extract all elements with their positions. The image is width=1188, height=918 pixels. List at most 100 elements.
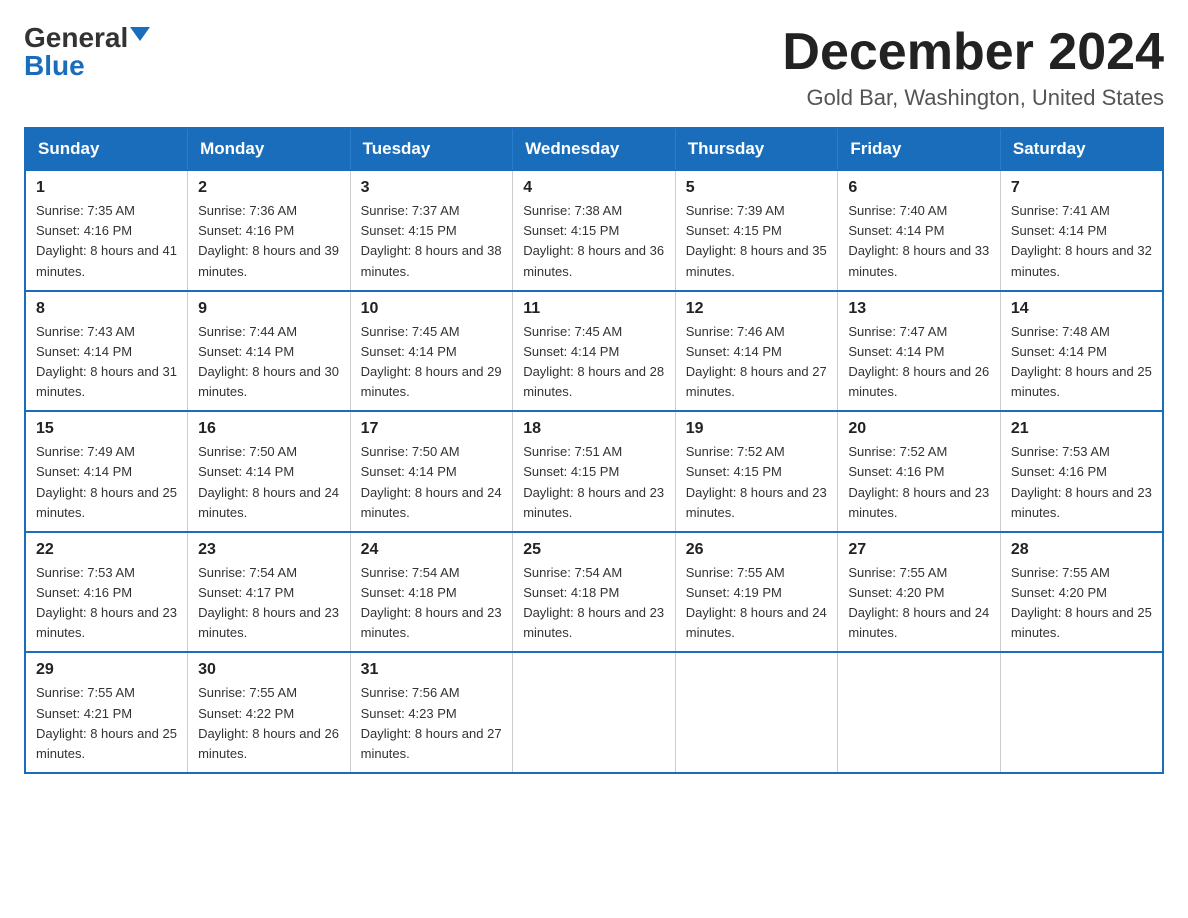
day-detail: Sunrise: 7:39 AMSunset: 4:15 PMDaylight:…	[686, 203, 827, 278]
day-number: 31	[361, 661, 503, 679]
day-number: 28	[1011, 541, 1152, 559]
day-cell	[675, 652, 838, 773]
day-cell	[513, 652, 676, 773]
day-number: 9	[198, 300, 340, 318]
day-number: 12	[686, 300, 828, 318]
day-cell: 10 Sunrise: 7:45 AMSunset: 4:14 PMDaylig…	[350, 291, 513, 412]
day-number: 1	[36, 179, 177, 197]
day-cell: 6 Sunrise: 7:40 AMSunset: 4:14 PMDayligh…	[838, 170, 1001, 291]
logo-blue: Blue	[24, 52, 85, 80]
day-number: 21	[1011, 420, 1152, 438]
day-detail: Sunrise: 7:43 AMSunset: 4:14 PMDaylight:…	[36, 324, 177, 399]
location-title: Gold Bar, Washington, United States	[782, 85, 1164, 111]
day-cell: 19 Sunrise: 7:52 AMSunset: 4:15 PMDaylig…	[675, 411, 838, 532]
day-cell: 3 Sunrise: 7:37 AMSunset: 4:15 PMDayligh…	[350, 170, 513, 291]
day-detail: Sunrise: 7:54 AMSunset: 4:17 PMDaylight:…	[198, 565, 339, 640]
day-detail: Sunrise: 7:52 AMSunset: 4:16 PMDaylight:…	[848, 444, 989, 519]
week-row-4: 22 Sunrise: 7:53 AMSunset: 4:16 PMDaylig…	[25, 532, 1163, 653]
day-cell: 29 Sunrise: 7:55 AMSunset: 4:21 PMDaylig…	[25, 652, 188, 773]
day-detail: Sunrise: 7:36 AMSunset: 4:16 PMDaylight:…	[198, 203, 339, 278]
week-row-3: 15 Sunrise: 7:49 AMSunset: 4:14 PMDaylig…	[25, 411, 1163, 532]
calendar-table: SundayMondayTuesdayWednesdayThursdayFrid…	[24, 127, 1164, 774]
day-detail: Sunrise: 7:45 AMSunset: 4:14 PMDaylight:…	[523, 324, 664, 399]
day-detail: Sunrise: 7:48 AMSunset: 4:14 PMDaylight:…	[1011, 324, 1152, 399]
weekday-header-thursday: Thursday	[675, 128, 838, 170]
day-detail: Sunrise: 7:40 AMSunset: 4:14 PMDaylight:…	[848, 203, 989, 278]
day-cell: 23 Sunrise: 7:54 AMSunset: 4:17 PMDaylig…	[188, 532, 351, 653]
day-cell: 16 Sunrise: 7:50 AMSunset: 4:14 PMDaylig…	[188, 411, 351, 532]
day-number: 16	[198, 420, 340, 438]
day-number: 30	[198, 661, 340, 679]
day-detail: Sunrise: 7:55 AMSunset: 4:21 PMDaylight:…	[36, 685, 177, 760]
day-number: 10	[361, 300, 503, 318]
day-cell: 24 Sunrise: 7:54 AMSunset: 4:18 PMDaylig…	[350, 532, 513, 653]
day-number: 4	[523, 179, 665, 197]
day-cell: 22 Sunrise: 7:53 AMSunset: 4:16 PMDaylig…	[25, 532, 188, 653]
day-number: 20	[848, 420, 990, 438]
day-detail: Sunrise: 7:41 AMSunset: 4:14 PMDaylight:…	[1011, 203, 1152, 278]
day-detail: Sunrise: 7:44 AMSunset: 4:14 PMDaylight:…	[198, 324, 339, 399]
day-cell: 15 Sunrise: 7:49 AMSunset: 4:14 PMDaylig…	[25, 411, 188, 532]
day-number: 7	[1011, 179, 1152, 197]
day-detail: Sunrise: 7:53 AMSunset: 4:16 PMDaylight:…	[36, 565, 177, 640]
day-cell: 12 Sunrise: 7:46 AMSunset: 4:14 PMDaylig…	[675, 291, 838, 412]
day-cell: 18 Sunrise: 7:51 AMSunset: 4:15 PMDaylig…	[513, 411, 676, 532]
logo-general: General	[24, 24, 128, 52]
day-detail: Sunrise: 7:53 AMSunset: 4:16 PMDaylight:…	[1011, 444, 1152, 519]
day-number: 5	[686, 179, 828, 197]
day-number: 8	[36, 300, 177, 318]
day-number: 11	[523, 300, 665, 318]
day-cell: 11 Sunrise: 7:45 AMSunset: 4:14 PMDaylig…	[513, 291, 676, 412]
day-detail: Sunrise: 7:50 AMSunset: 4:14 PMDaylight:…	[198, 444, 339, 519]
day-number: 18	[523, 420, 665, 438]
logo-triangle-icon	[130, 27, 150, 41]
day-cell: 31 Sunrise: 7:56 AMSunset: 4:23 PMDaylig…	[350, 652, 513, 773]
day-detail: Sunrise: 7:37 AMSunset: 4:15 PMDaylight:…	[361, 203, 502, 278]
day-detail: Sunrise: 7:54 AMSunset: 4:18 PMDaylight:…	[361, 565, 502, 640]
day-number: 24	[361, 541, 503, 559]
day-number: 17	[361, 420, 503, 438]
day-detail: Sunrise: 7:35 AMSunset: 4:16 PMDaylight:…	[36, 203, 177, 278]
day-number: 25	[523, 541, 665, 559]
day-number: 29	[36, 661, 177, 679]
day-number: 3	[361, 179, 503, 197]
day-cell: 17 Sunrise: 7:50 AMSunset: 4:14 PMDaylig…	[350, 411, 513, 532]
weekday-header-row: SundayMondayTuesdayWednesdayThursdayFrid…	[25, 128, 1163, 170]
day-cell: 30 Sunrise: 7:55 AMSunset: 4:22 PMDaylig…	[188, 652, 351, 773]
weekday-header-friday: Friday	[838, 128, 1001, 170]
day-detail: Sunrise: 7:50 AMSunset: 4:14 PMDaylight:…	[361, 444, 502, 519]
day-cell: 5 Sunrise: 7:39 AMSunset: 4:15 PMDayligh…	[675, 170, 838, 291]
weekday-header-sunday: Sunday	[25, 128, 188, 170]
day-cell: 4 Sunrise: 7:38 AMSunset: 4:15 PMDayligh…	[513, 170, 676, 291]
day-detail: Sunrise: 7:52 AMSunset: 4:15 PMDaylight:…	[686, 444, 827, 519]
day-number: 6	[848, 179, 990, 197]
day-detail: Sunrise: 7:55 AMSunset: 4:19 PMDaylight:…	[686, 565, 827, 640]
day-number: 15	[36, 420, 177, 438]
day-detail: Sunrise: 7:46 AMSunset: 4:14 PMDaylight:…	[686, 324, 827, 399]
day-detail: Sunrise: 7:45 AMSunset: 4:14 PMDaylight:…	[361, 324, 502, 399]
day-detail: Sunrise: 7:38 AMSunset: 4:15 PMDaylight:…	[523, 203, 664, 278]
day-detail: Sunrise: 7:54 AMSunset: 4:18 PMDaylight:…	[523, 565, 664, 640]
day-cell: 2 Sunrise: 7:36 AMSunset: 4:16 PMDayligh…	[188, 170, 351, 291]
day-cell: 13 Sunrise: 7:47 AMSunset: 4:14 PMDaylig…	[838, 291, 1001, 412]
day-detail: Sunrise: 7:51 AMSunset: 4:15 PMDaylight:…	[523, 444, 664, 519]
week-row-2: 8 Sunrise: 7:43 AMSunset: 4:14 PMDayligh…	[25, 291, 1163, 412]
week-row-1: 1 Sunrise: 7:35 AMSunset: 4:16 PMDayligh…	[25, 170, 1163, 291]
day-number: 2	[198, 179, 340, 197]
header: General Blue December 2024 Gold Bar, Was…	[24, 24, 1164, 111]
day-cell: 1 Sunrise: 7:35 AMSunset: 4:16 PMDayligh…	[25, 170, 188, 291]
day-number: 14	[1011, 300, 1152, 318]
weekday-header-wednesday: Wednesday	[513, 128, 676, 170]
day-number: 13	[848, 300, 990, 318]
day-cell: 20 Sunrise: 7:52 AMSunset: 4:16 PMDaylig…	[838, 411, 1001, 532]
day-cell: 21 Sunrise: 7:53 AMSunset: 4:16 PMDaylig…	[1000, 411, 1163, 532]
title-area: December 2024 Gold Bar, Washington, Unit…	[782, 24, 1164, 111]
day-number: 22	[36, 541, 177, 559]
day-cell	[1000, 652, 1163, 773]
day-number: 19	[686, 420, 828, 438]
logo: General Blue	[24, 24, 150, 80]
day-cell: 25 Sunrise: 7:54 AMSunset: 4:18 PMDaylig…	[513, 532, 676, 653]
day-detail: Sunrise: 7:55 AMSunset: 4:22 PMDaylight:…	[198, 685, 339, 760]
day-detail: Sunrise: 7:47 AMSunset: 4:14 PMDaylight:…	[848, 324, 989, 399]
weekday-header-saturday: Saturday	[1000, 128, 1163, 170]
